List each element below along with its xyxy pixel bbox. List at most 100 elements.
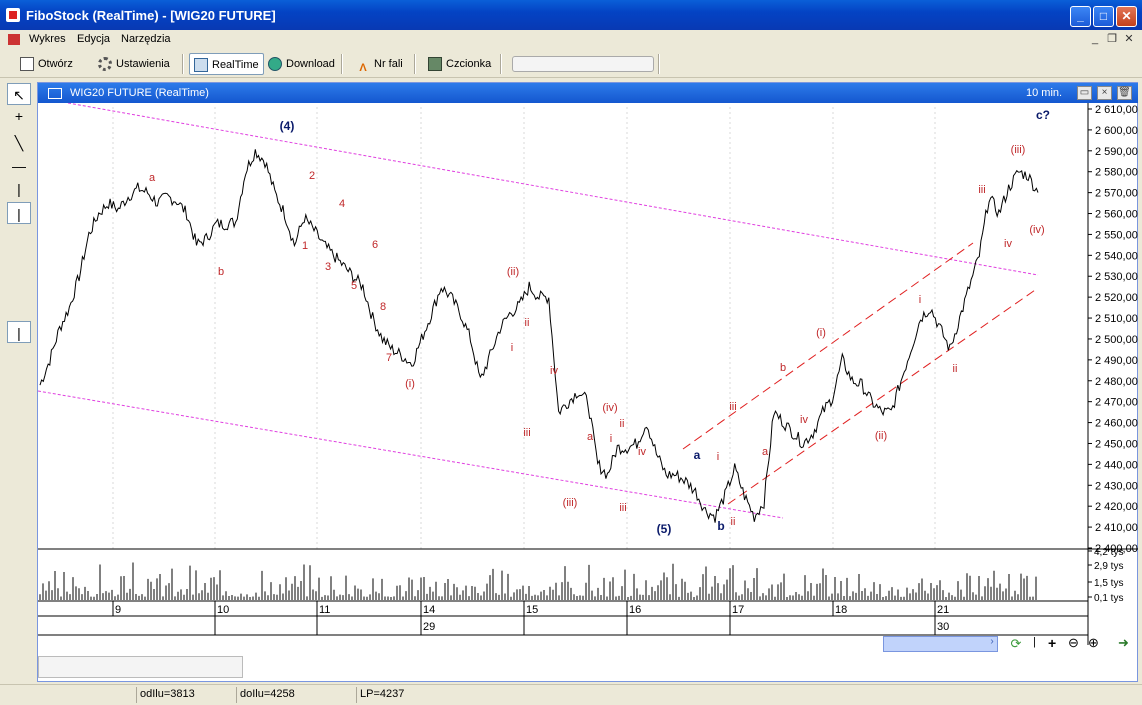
vertical-line-tool-icon[interactable]: | bbox=[7, 178, 31, 200]
lower-channel-line bbox=[727, 287, 1039, 505]
gear-icon bbox=[98, 57, 112, 72]
play-forward-icon[interactable]: ➜ bbox=[1118, 635, 1134, 651]
y-tick-label: 2 560,00 bbox=[1095, 209, 1138, 221]
wave-label: ii bbox=[525, 317, 530, 329]
status-bar: odIlu=3813 doIlu=4258 LP=4237 bbox=[0, 684, 1142, 705]
font-icon bbox=[428, 57, 442, 72]
volume-tick-label: 0,1 tys bbox=[1094, 593, 1123, 604]
trash-icon[interactable]: 🗑 bbox=[1117, 86, 1132, 100]
trendline-tool-icon[interactable]: ╲ bbox=[7, 132, 31, 154]
day-label: 15 bbox=[526, 604, 538, 616]
chart-scrollbar-thumb[interactable] bbox=[883, 636, 998, 652]
menu-edycja[interactable]: Edycja bbox=[77, 33, 110, 45]
y-tick-label: 2 490,00 bbox=[1095, 355, 1138, 367]
wave-label: 4 bbox=[339, 198, 345, 210]
volume-tick-label: 2,9 tys bbox=[1094, 561, 1123, 572]
y-tick-label: 2 500,00 bbox=[1095, 334, 1138, 346]
chart-close-button[interactable]: × bbox=[1097, 86, 1112, 100]
day-label: 18 bbox=[835, 604, 847, 616]
app-icon[interactable] bbox=[6, 8, 20, 22]
interval-label[interactable]: 10 min. bbox=[1026, 87, 1062, 99]
y-tick-label: 2 520,00 bbox=[1095, 292, 1138, 304]
maximize-button[interactable]: □ bbox=[1093, 6, 1114, 27]
wave-label: (iv) bbox=[602, 402, 617, 414]
download-label: Download bbox=[286, 58, 335, 70]
font-button[interactable]: Czcionka bbox=[424, 53, 495, 75]
nr-fali-button[interactable]: Λ Nr fali bbox=[352, 53, 407, 75]
wave-label: (5) bbox=[657, 522, 672, 536]
wave-label: iv bbox=[638, 446, 646, 458]
status-od: odIlu=3813 bbox=[140, 688, 195, 700]
wave-label: ii bbox=[620, 418, 625, 430]
lower-trend-line bbox=[38, 390, 784, 519]
wave-label: ii bbox=[953, 363, 958, 375]
zoom-in-icon[interactable]: ⊕ bbox=[1088, 635, 1104, 651]
wave-label: (4) bbox=[280, 119, 295, 133]
doc-icon[interactable] bbox=[8, 34, 20, 45]
wave-label: 3 bbox=[325, 261, 331, 273]
wave-label: i bbox=[511, 342, 513, 354]
wave-label: iv bbox=[1004, 238, 1012, 250]
chart-restore-button[interactable]: ▭ bbox=[1077, 86, 1092, 100]
crosshair-tool-icon[interactable]: + bbox=[7, 105, 31, 127]
wave-label: b bbox=[780, 362, 786, 374]
wave-label: b bbox=[218, 266, 224, 278]
day-label: 21 bbox=[937, 604, 949, 616]
close-button[interactable]: ✕ bbox=[1116, 6, 1137, 27]
y-tick-label: 2 530,00 bbox=[1095, 271, 1138, 283]
wave-label: (iii) bbox=[1011, 144, 1026, 156]
download-button[interactable]: Download bbox=[264, 53, 339, 75]
chart-open-icon bbox=[20, 57, 34, 72]
wave-label: a bbox=[587, 431, 594, 443]
menu-wykres[interactable]: Wykres bbox=[29, 33, 66, 45]
price-chart[interactable]: ab(4)12345678(i)(ii)iiiiiiiv(iii)a i(iv)i… bbox=[38, 103, 1138, 683]
wave-label: (iii) bbox=[563, 497, 578, 509]
refresh-icon[interactable]: ⟳ bbox=[1008, 636, 1024, 652]
mdi-minimize-button[interactable]: _ bbox=[1088, 33, 1102, 46]
horizontal-line-tool-icon[interactable]: — bbox=[7, 155, 31, 177]
scroll-right-icon[interactable]: › bbox=[986, 636, 998, 652]
zoom-out-icon[interactable]: ⊖ bbox=[1068, 635, 1084, 651]
realtime-icon bbox=[194, 58, 208, 73]
wave-label: a bbox=[694, 448, 701, 462]
mdi-close-button[interactable]: ✕ bbox=[1122, 33, 1136, 46]
menu-narzedzia[interactable]: Narzędzia bbox=[121, 33, 171, 45]
window-title: FiboStock (RealTime) - [WIG20 FUTURE] bbox=[26, 8, 276, 23]
open-label: Otwórz bbox=[38, 58, 73, 70]
chart-title-bar: WIG20 FUTURE (RealTime) 10 min. ▭ × 🗑 bbox=[38, 83, 1138, 103]
vertical-marker-tool-icon[interactable]: | bbox=[7, 202, 31, 224]
wave-label: iv bbox=[800, 414, 808, 426]
wave-label: 5 bbox=[351, 280, 357, 292]
globe-icon bbox=[268, 57, 282, 72]
settings-button[interactable]: Ustawienia bbox=[94, 53, 174, 75]
chart-title: WIG20 FUTURE (RealTime) bbox=[70, 87, 209, 99]
wave-label: iii bbox=[523, 427, 530, 439]
wave-number-icon: Λ bbox=[359, 62, 367, 75]
open-button[interactable]: Otwórz bbox=[16, 53, 77, 75]
wave-label: 8 bbox=[380, 301, 386, 313]
wave-label: (ii) bbox=[507, 266, 519, 278]
mdi-restore-button[interactable]: ❐ bbox=[1105, 33, 1119, 46]
wave-label: (ii) bbox=[875, 430, 887, 442]
add-icon[interactable]: + bbox=[1048, 635, 1064, 651]
y-tick-label: 2 420,00 bbox=[1095, 501, 1138, 513]
pointer-tool-icon[interactable]: ↖ bbox=[7, 83, 31, 105]
progress-bar bbox=[512, 56, 654, 72]
upper-trend-line bbox=[67, 103, 1039, 276]
wave-label: 6 bbox=[372, 239, 378, 251]
menu-bar: Wykres Edycja Narzędzia _ ❐ ✕ bbox=[0, 30, 1142, 50]
day-label: 16 bbox=[629, 604, 641, 616]
volume-tick-label: 1,5 tys bbox=[1094, 578, 1123, 589]
cursor-line-tool-icon[interactable]: | bbox=[7, 321, 31, 343]
minimize-button[interactable]: _ bbox=[1070, 6, 1091, 27]
settings-label: Ustawienia bbox=[116, 58, 170, 70]
wave-label: i bbox=[610, 433, 612, 445]
wave-label: 2 bbox=[309, 170, 315, 182]
cursor-icon[interactable]: | bbox=[1033, 636, 1041, 652]
nrfali-label: Nr fali bbox=[374, 58, 403, 70]
y-tick-label: 2 440,00 bbox=[1095, 459, 1138, 471]
week-label: 30 bbox=[937, 621, 949, 633]
bottom-panel bbox=[38, 656, 243, 678]
wave-label: b bbox=[717, 519, 724, 533]
realtime-button[interactable]: RealTime bbox=[189, 53, 264, 75]
